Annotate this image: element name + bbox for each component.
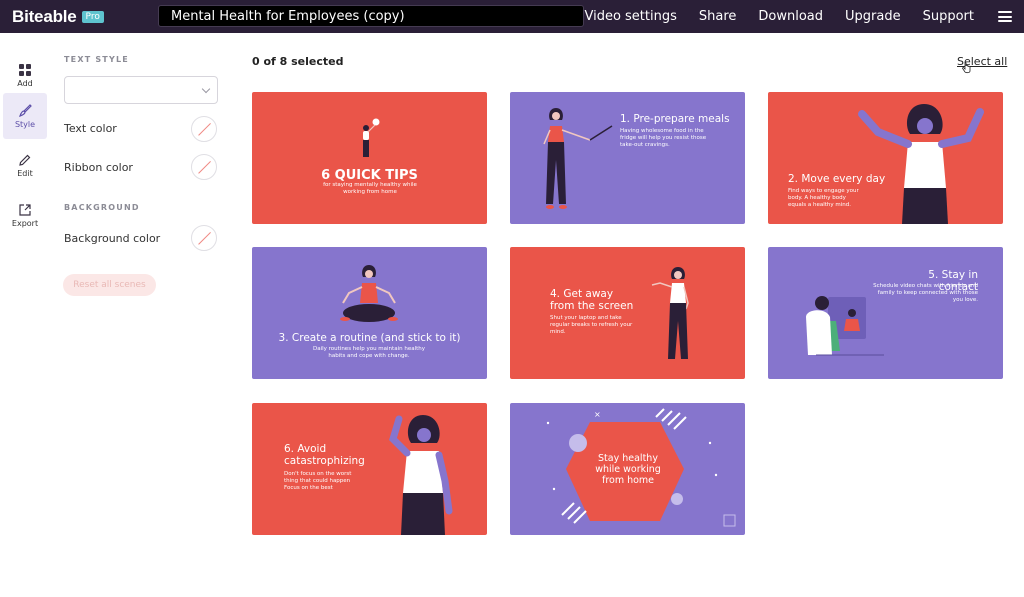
scene-card-4[interactable]: 3. Create a routine (and stick to it) Da… <box>252 247 487 379</box>
logo-text: Biteable <box>12 6 77 26</box>
scene-subtitle: Don't focus on the worst thing that coul… <box>284 471 352 491</box>
nav-share[interactable]: Share <box>699 9 737 24</box>
hand-cursor-icon <box>962 62 971 74</box>
scene-title: Stay healthy while working from home <box>595 453 661 486</box>
scene-title: 3. Create a routine (and stick to it) <box>278 332 461 344</box>
background-color-swatch[interactable] <box>191 225 217 251</box>
scene-subtitle: Schedule video chats with friends and fa… <box>873 283 978 303</box>
nav-video-settings[interactable]: Video settings <box>584 9 676 24</box>
text-style-heading: TEXT STYLE <box>64 55 129 64</box>
person-figure <box>389 415 453 535</box>
hamburger-menu-icon[interactable] <box>998 11 1012 22</box>
person-figure <box>363 118 380 157</box>
top-nav: Video settings Share Download Upgrade Su… <box>584 0 1024 33</box>
top-bar: Biteable Pro Mental Health for Employees… <box>0 0 1024 33</box>
scene-title: 6. Avoid catastrophizing <box>284 443 365 467</box>
background-color-label: Background color <box>64 232 161 245</box>
grid-icon <box>19 64 31 76</box>
sidebar-label: Add <box>17 79 33 88</box>
scene-title: 4. Get away from the screen <box>550 288 634 312</box>
sidebar-label: Edit <box>17 169 33 178</box>
sidebar-label: Style <box>14 119 36 129</box>
scene-card-6[interactable]: 5. Stay in contact Schedule video chats … <box>768 247 1003 379</box>
scene-subtitle: Daily routines help you maintain healthy… <box>312 346 425 359</box>
video-title-input[interactable]: Mental Health for Employees (copy) <box>158 5 584 27</box>
nav-download[interactable]: Download <box>758 9 823 24</box>
ribbon-color-label: Ribbon color <box>64 161 133 174</box>
style-panel: TEXT STYLE Text color Ribbon color BACKG… <box>50 33 230 597</box>
person-figure <box>340 265 398 322</box>
pro-badge: Pro <box>81 10 104 23</box>
brush-icon <box>18 103 32 117</box>
scene-subtitle: for staying mentally healthy while worki… <box>323 182 417 195</box>
sidebar-label: Export <box>11 219 39 228</box>
scene-card-1[interactable]: 6 QUICK TIPS for staying mentally health… <box>252 92 487 224</box>
scene-title: 2. Move every day <box>788 173 886 185</box>
nav-upgrade[interactable]: Upgrade <box>845 9 901 24</box>
scene-card-8[interactable]: × Stay healthy while working from home <box>510 403 745 535</box>
scene-subtitle: Shut your laptop and take regular breaks… <box>550 315 633 335</box>
person-figure <box>651 267 689 359</box>
text-style-select[interactable] <box>64 76 218 104</box>
scene-subtitle: Having wholesome food in the fridge will… <box>620 128 707 148</box>
logo[interactable]: Biteable Pro <box>12 7 104 27</box>
scene-subtitle: Find ways to engage your body. A healthy… <box>788 188 859 208</box>
scene-card-7[interactable]: 6. Avoid catastrophizing Don't focus on … <box>252 403 487 535</box>
svg-text:×: × <box>594 410 601 419</box>
sidebar-item-export[interactable]: Export <box>3 193 47 239</box>
scene-card-3[interactable]: 2. Move every day Find ways to engage yo… <box>768 92 1003 224</box>
pencil-icon <box>19 154 31 166</box>
person-figure <box>543 108 613 209</box>
scene-card-2[interactable]: 1. Pre-prepare meals Having wholesome fo… <box>510 92 745 224</box>
sidebar-item-style[interactable]: Style <box>3 93 47 139</box>
scene-title: 1. Pre-prepare meals <box>620 113 730 125</box>
chevron-down-icon <box>201 84 211 94</box>
ribbon-color-swatch[interactable] <box>191 154 217 180</box>
selection-count: 0 of 8 selected <box>252 55 344 68</box>
sidebar-item-edit[interactable]: Edit <box>3 143 47 189</box>
nav-support[interactable]: Support <box>923 9 974 24</box>
reset-all-scenes-button[interactable]: Reset all scenes <box>63 274 156 296</box>
person-figure <box>858 104 984 224</box>
scene-title: 6 QUICK TIPS <box>321 168 418 183</box>
text-color-label: Text color <box>64 122 117 135</box>
export-icon <box>19 204 31 216</box>
text-color-swatch[interactable] <box>191 116 217 142</box>
sidebar: Add Style Edit Export <box>0 33 50 597</box>
scene-card-5[interactable]: 4. Get away from the screen Shut your la… <box>510 247 745 379</box>
background-heading: BACKGROUND <box>64 203 140 212</box>
